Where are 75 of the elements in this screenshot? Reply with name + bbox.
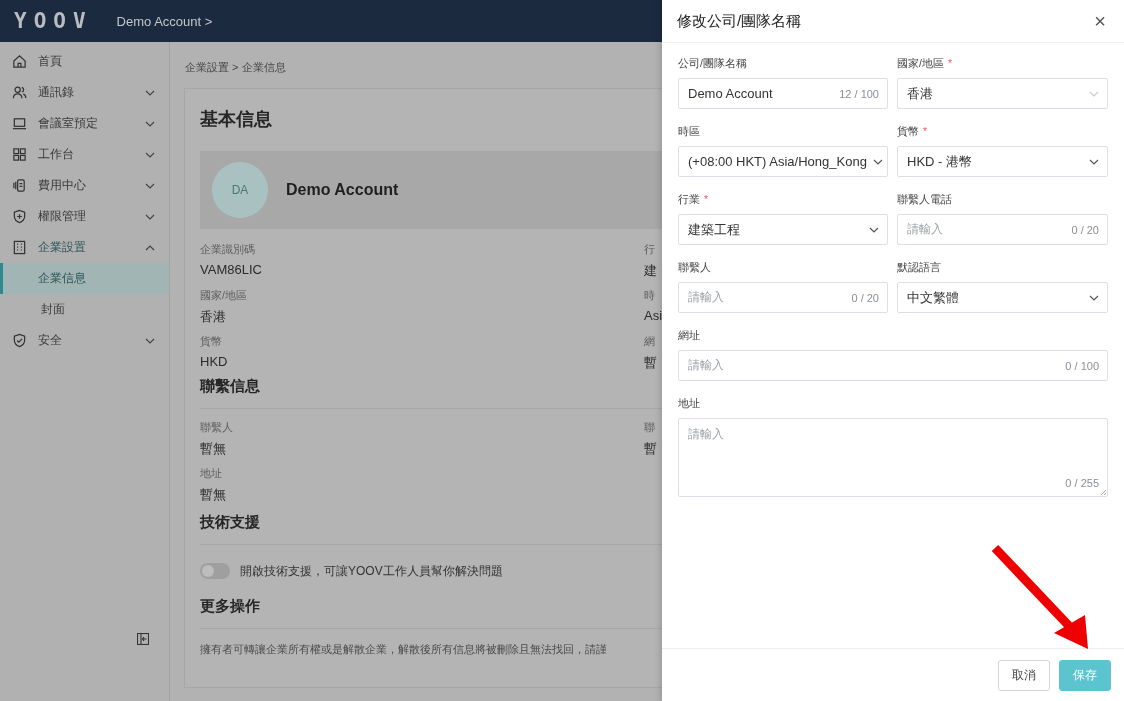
sidebar-item[interactable]: 會議室預定 — [0, 108, 169, 139]
input-field[interactable]: 請輸入 0 / 100 — [678, 350, 1108, 381]
sidebar-item[interactable]: 費用中心 — [0, 170, 169, 201]
home-icon — [12, 54, 27, 69]
field-label: 聯繫人電話 — [897, 193, 952, 207]
sidebar-item[interactable]: 首頁 — [0, 46, 169, 77]
required-mark: * — [923, 125, 928, 139]
logo[interactable]: YOOV — [14, 9, 93, 33]
section-title: 基本信息 — [200, 108, 273, 131]
field-value: 暫無 — [200, 440, 227, 458]
people-icon — [12, 85, 27, 100]
resize-grip-icon[interactable] — [1100, 489, 1106, 495]
field-label: 聯繫人 — [678, 261, 711, 275]
select-field[interactable]: (+08:00 HKT) Asia/Hong_Kong — [678, 146, 888, 177]
section-title: 更多操作 — [200, 597, 261, 616]
field-label: 國家/地區 — [897, 57, 944, 71]
cancel-button[interactable]: 取消 — [998, 659, 1050, 691]
field-value: 香港 — [200, 308, 227, 326]
wallet-icon — [12, 178, 27, 193]
field-label: 貨幣 — [200, 335, 223, 349]
field-value: HKD — [200, 354, 229, 369]
sidebar-subitem[interactable]: 企業信息 — [0, 263, 169, 294]
toggle-label: 開啟技術支援，可讓YOOV工作人員幫你解決問題 — [240, 562, 503, 580]
field-value: 暫 — [644, 440, 658, 458]
textarea-field[interactable]: 請輸入 0 / 255 — [678, 418, 1108, 497]
sidebar-item[interactable]: 權限管理 — [0, 201, 169, 232]
sidebar-item[interactable]: 通訊錄 — [0, 77, 169, 108]
drawer-title: 修改公司/團隊名稱 — [677, 11, 802, 31]
field-label: 貨幣 — [897, 125, 919, 139]
account-switcher[interactable]: Demo Account > — [116, 13, 213, 29]
select-field[interactable]: 建築工程 — [678, 214, 888, 245]
field-value: 暫 — [644, 354, 658, 372]
section-title: 聯繫信息 — [200, 377, 261, 396]
select-field[interactable]: HKD - 港幣 — [897, 146, 1108, 177]
toggle-switch[interactable] — [200, 563, 230, 579]
shield-plus-icon — [12, 209, 27, 224]
required-mark: * — [947, 57, 952, 71]
select-field[interactable]: 中文繁體 — [897, 282, 1108, 313]
laptop-icon — [12, 116, 27, 131]
field-value: VAM86LIC — [200, 262, 263, 277]
field-label: 企業識別碼 — [200, 243, 256, 257]
field-label: 時區 — [678, 125, 700, 139]
section-title: 技術支援 — [200, 513, 261, 532]
field-label: 網址 — [678, 329, 700, 343]
description-text: 擁有者可轉讓企業所有權或是解散企業，解散後所有信息將被刪除且無法找回，請謹 — [200, 643, 607, 655]
field-label: 時 — [644, 289, 656, 303]
breadcrumb: 企業設置 > 企業信息 — [185, 60, 287, 75]
field-label: 網 — [644, 335, 656, 349]
field-label: 國家/地區 — [200, 289, 248, 303]
field-label: 行 — [644, 243, 656, 257]
avatar: DA — [212, 162, 268, 218]
close-button[interactable]: × — [1090, 11, 1110, 31]
sidebar-subitem[interactable]: 封面 — [0, 294, 169, 325]
field-value: 建 — [644, 262, 658, 280]
field-value: 暫無 — [200, 486, 227, 504]
company-name: Demo Account — [286, 181, 399, 199]
building-icon — [12, 240, 27, 255]
field-value: Asi — [644, 308, 662, 323]
required-mark: * — [704, 193, 709, 207]
sidebar-item[interactable]: 企業設置 — [0, 232, 169, 263]
field-label: 聯 — [644, 421, 656, 435]
sidebar-item[interactable]: 工作台 — [0, 139, 169, 170]
grid-icon — [12, 147, 27, 162]
field-label: 地址 — [200, 467, 223, 481]
field-label: 地址 — [678, 397, 700, 411]
collapse-sidebar-icon[interactable] — [137, 633, 149, 645]
input-field[interactable]: 請輸入 0 / 20 — [678, 282, 888, 313]
field-label: 公司/團隊名稱 — [678, 57, 747, 71]
field-label: 行業 — [678, 193, 700, 207]
field-label: 默認語言 — [897, 261, 941, 275]
sidebar-item[interactable]: 安全 — [0, 325, 169, 356]
input-field[interactable]: Demo Account 12 / 100 — [678, 78, 888, 109]
field-label: 聯繫人 — [200, 421, 234, 435]
shield-check-icon — [12, 333, 27, 348]
input-field[interactable]: 請輸入 0 / 20 — [897, 214, 1108, 245]
